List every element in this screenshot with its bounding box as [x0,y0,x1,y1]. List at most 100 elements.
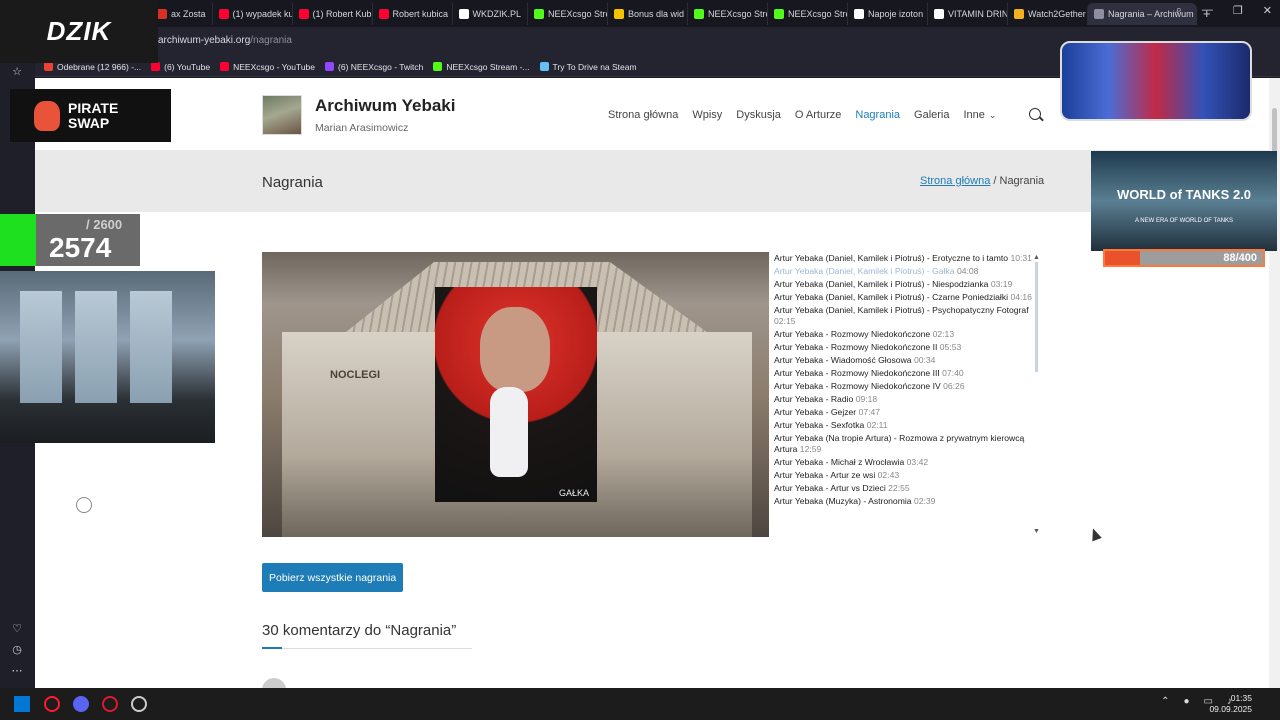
playlist-item[interactable]: Artur Yebaka (Daniel, Kamilek i Piotruś)… [774,304,1044,328]
nav-item[interactable]: Inne ⌄ [963,109,996,121]
browser-tab[interactable]: Napoje izoton [847,2,927,25]
wot-version: 2.0 [1232,187,1252,202]
site-title[interactable]: Archiwum Yebaki [315,96,455,116]
windows-start-icon[interactable] [14,696,30,712]
nav-item[interactable]: Wpisy [692,109,722,121]
url-host: archiwum-yebaki.org [158,35,251,46]
comments-heading: 30 komentarzy do “Nagrania” [262,622,457,639]
comments-divider [262,647,472,649]
playlist-item[interactable]: Artur Yebaka (Muzyka) - Astronomia 02:39 [774,495,1044,508]
playlist-item[interactable]: Artur Yebaka - Rozmowy Niedokończone 02:… [774,328,1044,341]
maximize-button[interactable]: ❐ [1233,4,1243,17]
search-icon[interactable] [1029,108,1041,120]
opera-icon[interactable] [102,696,118,712]
playlist-item[interactable]: Artur Yebaka - Michał z Wrocławia 03:42 [774,456,1044,469]
breadcrumb-home-link[interactable]: Strona główna [920,175,990,187]
playlist-item[interactable]: Artur Yebaka (Na tropie Artura) - Rozmow… [774,432,1044,456]
playlist-item-title: Artur Yebaka - Artur vs Dzieci [774,483,886,493]
nav-item-label: Inne [963,109,985,121]
tab-favicon-icon [934,8,945,19]
window-controls: ⌕ — ❐ ✕ [1176,4,1272,17]
playlist-scroll-down-icon[interactable]: ▼ [1033,528,1040,535]
browser-tab[interactable]: NEEXcsgo Stre [527,2,607,25]
playlist-item[interactable]: Artur Yebaka - Artur ze wsi 02:43 [774,469,1044,482]
world-of-tanks-overlay: WORLD of TANKS 2.0 A NEW ERA OF WORLD OF… [1091,151,1277,251]
nav-item[interactable]: O Arturze [795,109,841,121]
playlist-scrollbar[interactable] [1033,256,1039,541]
chevron-up-icon[interactable]: ⌃ [1161,696,1169,707]
browser-tab[interactable]: NEEXcsgo Stre [687,2,767,25]
wot-tagline: A NEW ERA OF WORLD OF TANKS [1134,218,1234,224]
browser-tab[interactable]: NEEXcsgo Stre [767,2,848,25]
browser-tab[interactable]: ax Zosta [150,2,212,25]
bookmark-item[interactable]: Try To Drive na Steam [539,62,637,72]
tab-favicon-icon [854,8,865,19]
playlist-item[interactable]: Artur Yebaka (Daniel, Kamilek i Piotruś)… [774,252,1044,265]
nav-item[interactable]: Dyskusja [736,109,781,121]
tab-favicon-icon [458,8,469,19]
playlist-item-duration: 03:42 [906,457,929,467]
bookmark-item[interactable]: (6) YouTube [151,62,210,72]
bookmark-label: NEEXcsgo Stream -... [446,61,530,72]
nav-item[interactable]: Galeria [914,109,949,121]
playlist-item-duration: 04:08 [956,266,979,276]
star-icon[interactable]: ☆ [10,65,24,78]
playlist-item-duration: 03:19 [990,279,1013,289]
browser-tab[interactable]: Robert kubica [371,2,452,25]
minimize-button[interactable]: — [1202,4,1213,17]
bookmark-label: (6) NEEXcsgo - Twitch [338,61,424,72]
wot-title: WORLD of TANKS [1116,187,1230,202]
playlist-item[interactable]: Artur Yebaka - Rozmowy Niedokończone IV … [774,380,1044,393]
heart-icon[interactable]: ♡ [10,622,24,635]
playlist-item-duration: 09:18 [855,394,878,404]
nav-item[interactable]: Strona główna [608,109,678,121]
bookmark-favicon-icon [433,62,443,71]
browser-tab[interactable]: (1) Robert Kub [291,2,372,25]
tab-label: NEEXcsgo Stre [788,8,848,19]
playlist-item[interactable]: Artur Yebaka - Artur vs Dzieci 22:55 [774,482,1044,495]
bookmark-favicon-icon [220,62,230,71]
search-tabs-icon[interactable]: ⌕ [1176,4,1182,17]
playlist-scroll-thumb[interactable] [1035,262,1038,372]
playlist-item-title: Artur Yebaka (Muzyka) - Astronomia [774,496,912,506]
bookmark-item[interactable]: NEEXcsgo - YouTube [220,62,315,72]
browser-tab[interactable]: VITAMIN DRIN [927,2,1007,25]
nav-item-label: Dyskusja [736,109,781,121]
playlist-item[interactable]: Artur Yebaka (Daniel, Kamilek i Piotruś)… [774,265,1044,278]
playlist-item[interactable]: Artur Yebaka (Daniel, Kamilek i Piotruś)… [774,291,1044,304]
playlist-item[interactable]: Artur Yebaka - Wiadomość Głosowa 00:34 [774,354,1044,367]
playlist-item[interactable]: Artur Yebaka - Gejzer 07:47 [774,406,1044,419]
bookmark-item[interactable]: Odebrane (12 966) -... [44,62,141,72]
nav-item[interactable]: Nagrania [855,109,900,121]
browser-tab[interactable]: Watch2Gether [1007,2,1087,25]
playlist[interactable]: Artur Yebaka (Daniel, Kamilek i Piotruś)… [774,252,1044,537]
counter-goal: / 2600 [86,217,123,232]
tab-label: WKDZIK.PL [472,8,522,19]
browser-tab[interactable]: WKDZIK.PL [451,2,528,25]
bookmark-item[interactable]: NEEXcsgo Stream -... [433,61,530,72]
page-title-bar: Nagrania Strona główna / Nagrania [35,150,1269,212]
more-icon[interactable]: ⋯ [10,664,24,677]
download-all-button[interactable]: Pobierz wszystkie nagrania [262,563,404,592]
tab-favicon-icon [614,8,625,19]
opera-gx-icon[interactable] [44,696,60,712]
playlist-item[interactable]: Artur Yebaka - Rozmowy Niedokończone II … [774,341,1044,354]
playlist-item[interactable]: Artur Yebaka (Daniel, Kamilek i Piotruś)… [774,278,1044,291]
discord-icon[interactable] [73,696,89,712]
video-player[interactable]: NOCLEGI GAŁKA [262,252,769,537]
site-avatar[interactable] [262,95,302,135]
browser-tab[interactable]: (1) wypadek ku [211,2,292,25]
url-field[interactable]: archiwum-yebaki.org/nagrania [158,35,292,46]
playlist-item-title: Artur Yebaka (Daniel, Kamilek i Piotruś)… [774,292,1009,302]
bookmark-item[interactable]: (6) NEEXcsgo - Twitch [325,62,423,72]
clock[interactable]: 01:35 09.09.2025 [1209,693,1252,715]
browser-tab[interactable]: Bonus dla wid [607,2,687,25]
app-icon[interactable] [131,696,147,712]
microphone-icon[interactable]: ● [1184,696,1190,707]
playlist-item-title: Artur Yebaka - Rozmowy Niedokończone II [774,342,938,352]
playlist-item[interactable]: Artur Yebaka - Rozmowy Niedokończone III… [774,367,1044,380]
close-window-button[interactable]: ✕ [1263,4,1272,17]
history-icon[interactable]: ◷ [10,643,24,656]
playlist-item[interactable]: Artur Yebaka - Radio 09:18 [774,393,1044,406]
playlist-item[interactable]: Artur Yebaka - Sexfotka 02:11 [774,419,1044,432]
